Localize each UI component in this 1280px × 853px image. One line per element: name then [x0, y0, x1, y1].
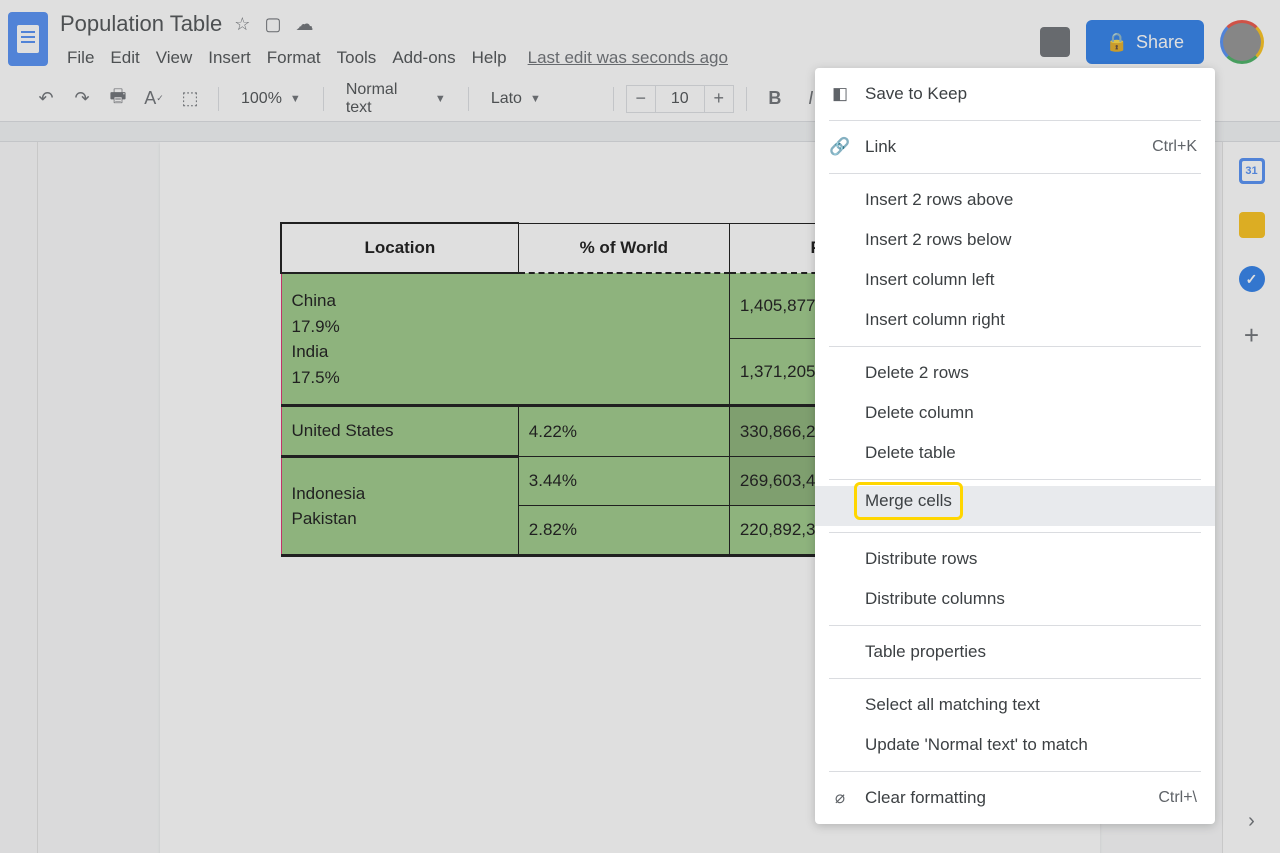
print-button[interactable]: 🖶 — [102, 83, 134, 115]
ctx-link[interactable]: 🔗 Link Ctrl+K — [815, 127, 1215, 167]
ctx-insert-rows-above[interactable]: Insert 2 rows above — [815, 180, 1215, 220]
docs-logo-icon[interactable] — [8, 12, 48, 66]
table-cell[interactable]: Indonesia Pakistan — [281, 457, 518, 556]
font-select[interactable]: Lato▼ — [481, 83, 601, 115]
zoom-select[interactable]: 100%▼ — [231, 83, 311, 115]
table-cell[interactable]: China 17.9% India 17.5% — [281, 273, 729, 406]
menu-view[interactable]: View — [149, 44, 200, 72]
clear-format-icon: ⌀ — [829, 787, 851, 809]
menu-format[interactable]: Format — [260, 44, 328, 72]
ctx-distribute-rows[interactable]: Distribute rows — [815, 539, 1215, 579]
star-icon[interactable]: ☆ — [234, 14, 250, 35]
share-label: Share — [1136, 32, 1184, 53]
font-size-decrease[interactable]: − — [626, 85, 656, 113]
paragraph-style-select[interactable]: Normal text▼ — [336, 83, 456, 115]
comments-icon[interactable] — [1040, 27, 1070, 57]
table-header-pct[interactable]: % of World — [518, 223, 729, 273]
spellcheck-button[interactable]: A✓ — [138, 83, 170, 115]
table-cell[interactable]: 2.82% — [518, 506, 729, 556]
ctx-select-matching[interactable]: Select all matching text — [815, 685, 1215, 725]
shortcut-label: Ctrl+\ — [1158, 789, 1197, 807]
ctx-merge-cells[interactable]: Merge cells Merge cells — [815, 486, 1215, 526]
ctx-insert-col-left[interactable]: Insert column left — [815, 260, 1215, 300]
menu-help[interactable]: Help — [465, 44, 514, 72]
menu-file[interactable]: File — [60, 44, 101, 72]
bold-button[interactable]: B — [759, 83, 791, 115]
highlight-box: Merge cells — [854, 482, 963, 520]
font-size-group: − + — [626, 85, 734, 113]
table-cell[interactable]: United States — [281, 406, 518, 457]
side-panel: + › — [1222, 142, 1280, 853]
ctx-update-normal[interactable]: Update 'Normal text' to match — [815, 725, 1215, 765]
vertical-ruler[interactable] — [0, 142, 38, 853]
add-app-button[interactable]: + — [1244, 320, 1259, 351]
collapse-panel-button[interactable]: › — [1248, 810, 1255, 833]
ctx-delete-table[interactable]: Delete table — [815, 433, 1215, 473]
menu-tools[interactable]: Tools — [330, 44, 384, 72]
share-button[interactable]: 🔒 Share — [1086, 20, 1204, 64]
keep-app-icon[interactable] — [1239, 212, 1265, 238]
menu-edit[interactable]: Edit — [103, 44, 146, 72]
document-title[interactable]: Population Table — [60, 11, 222, 37]
menu-addons[interactable]: Add-ons — [385, 44, 462, 72]
menu-insert[interactable]: Insert — [201, 44, 258, 72]
ctx-distribute-cols[interactable]: Distribute columns — [815, 579, 1215, 619]
ctx-table-properties[interactable]: Table properties — [815, 632, 1215, 672]
move-icon[interactable]: ▢ — [264, 14, 281, 35]
table-cell[interactable]: 3.44% — [518, 457, 729, 506]
table-cell[interactable]: 4.22% — [518, 406, 729, 457]
lock-icon: 🔒 — [1106, 32, 1128, 53]
ctx-save-to-keep[interactable]: ◧ Save to Keep — [815, 74, 1215, 114]
link-icon: 🔗 — [829, 136, 851, 158]
calendar-app-icon[interactable] — [1239, 158, 1265, 184]
ctx-delete-rows[interactable]: Delete 2 rows — [815, 353, 1215, 393]
keep-icon: ◧ — [829, 83, 851, 105]
ctx-clear-formatting[interactable]: ⌀ Clear formatting Ctrl+\ — [815, 778, 1215, 818]
font-size-input[interactable] — [656, 85, 704, 113]
tasks-app-icon[interactable] — [1239, 266, 1265, 292]
user-avatar[interactable] — [1220, 20, 1264, 64]
app-header: Population Table ☆ ▢ ☁ File Edit View In… — [0, 0, 1280, 76]
undo-button[interactable]: ↶ — [30, 83, 62, 115]
last-edit-link[interactable]: Last edit was seconds ago — [528, 44, 728, 72]
shortcut-label: Ctrl+K — [1152, 138, 1197, 156]
redo-button[interactable]: ↷ — [66, 83, 98, 115]
ctx-insert-rows-below[interactable]: Insert 2 rows below — [815, 220, 1215, 260]
ctx-insert-col-right[interactable]: Insert column right — [815, 300, 1215, 340]
table-header-location[interactable]: Location — [281, 223, 518, 273]
paint-format-button[interactable]: ⬚ — [174, 83, 206, 115]
font-size-increase[interactable]: + — [704, 85, 734, 113]
context-menu: ◧ Save to Keep 🔗 Link Ctrl+K Insert 2 ro… — [815, 68, 1215, 824]
cloud-status-icon[interactable]: ☁ — [295, 14, 313, 35]
ctx-delete-column[interactable]: Delete column — [815, 393, 1215, 433]
